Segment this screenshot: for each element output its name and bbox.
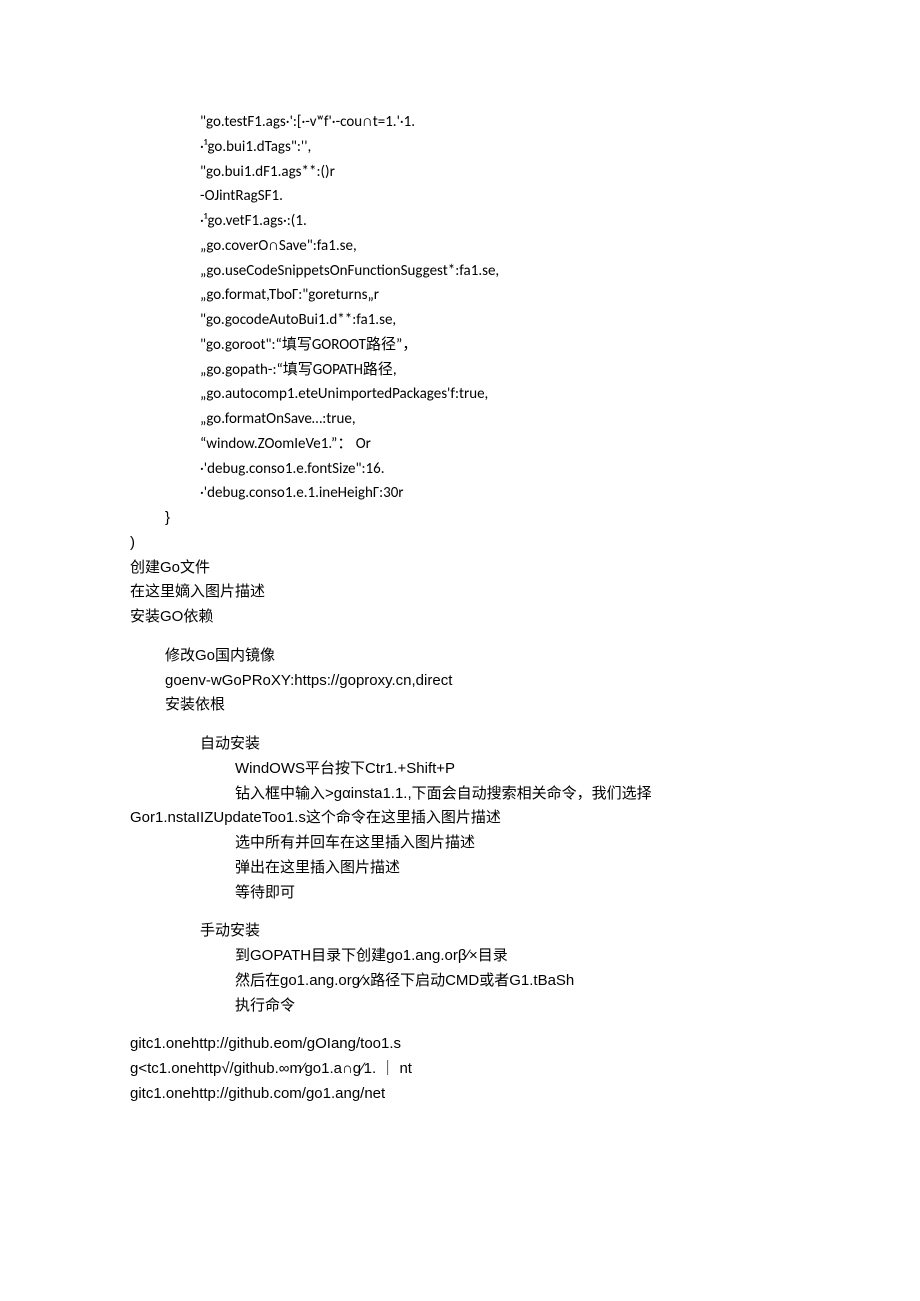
code-line: "go.bui1.dF1.ags**:()r	[130, 160, 790, 185]
text-line: 手动安装	[130, 919, 790, 944]
code-line: „go.gopath-:“填写GOPATH路径,	[130, 358, 790, 383]
text-line: gitc1.onehttp://github.com/go1.ang/net	[130, 1082, 790, 1107]
text-line: Gor1.nstaIIZUpdateToo1.s这个命令在这里插入图片描述	[130, 806, 790, 831]
text-line: 安装GO依赖	[130, 605, 790, 630]
text-line: g<tc1.onehttp√/github.∞m∕go1.a∩g∕1. ｜ nt	[130, 1057, 790, 1082]
text-line: 修改Go国内镜像	[130, 644, 790, 669]
text-line: 弹出在这里插入图片描述	[130, 856, 790, 881]
text-line: 钻入框中输入>gαinsta1.1.,下面会自动搜索相关命令，我们选择	[130, 782, 790, 807]
text-line: 安装依根	[130, 693, 790, 718]
text-line: 然后在go1.ang.org∕x路径下启动CMD或者G1.tBaSh	[130, 969, 790, 994]
text-line: 等待即可	[130, 881, 790, 906]
code-line: -OJintRagSF1.	[130, 184, 790, 209]
code-line: ·'debug.conso1.e.1.ineHeighΓ:30r	[130, 481, 790, 506]
code-line: „go.formatOnSave…:true,	[130, 407, 790, 432]
code-line: "go.goroot":“填写GOROOT路径”，	[130, 333, 790, 358]
code-line: „go.useCodeSnippetsOnFunctionSuggest*:fa…	[130, 259, 790, 284]
code-closing-brace: }	[130, 506, 790, 531]
text-line: goenv-wGoPRoXY:https://goproxy.cn,direct	[130, 669, 790, 694]
code-line: „go.format,TboΓ:"goreturns„r	[130, 283, 790, 308]
code-closing-paren: )	[130, 531, 790, 556]
code-line: „go.autocomp1.eteUnimportedPackages'f:tr…	[130, 382, 790, 407]
text-line: 执行命令	[130, 994, 790, 1019]
text-line: 选中所有并回车在这里插入图片描述	[130, 831, 790, 856]
code-line: "go.testF1.ags·':[·-vʷf'·-cou∩t=1.'·1.	[130, 110, 790, 135]
text-line: 到GOPATH目录下创建go1.ang.orβ∕×目录	[130, 944, 790, 969]
text-line: WindOWS平台按下Ctr1.+Shift+P	[130, 757, 790, 782]
code-line: ·'debug.conso1.e.fontSize":16.	[130, 457, 790, 482]
text-line: 在这里嫡入图片描述	[130, 580, 790, 605]
text-line: gitc1.onehttp://github.eom/gOIang/too1.s	[130, 1032, 790, 1057]
code-line: “window.ZOomIeVe1.”： Or	[130, 432, 790, 457]
code-line: „go.coverO∩Save":fa1.se,	[130, 234, 790, 259]
code-line: ·¹go.bui1.dTags":'',	[130, 135, 790, 160]
code-line: ·¹go.vetF1.ags·:(1.	[130, 209, 790, 234]
text-line: 自动安装	[130, 732, 790, 757]
code-line: "go.gocodeAutoBui1.d**:fa1.se,	[130, 308, 790, 333]
text-line: 创建Go文件	[130, 556, 790, 581]
document-page: "go.testF1.ags·':[·-vʷf'·-cou∩t=1.'·1. ·…	[0, 0, 920, 1187]
